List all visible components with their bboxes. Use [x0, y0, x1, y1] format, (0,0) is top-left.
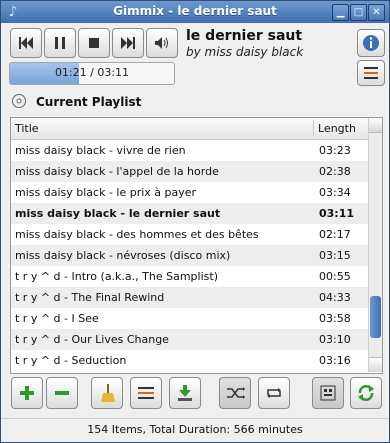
playlist-icon [364, 67, 378, 79]
track-title: miss daisy black - le prix à payer [15, 186, 197, 199]
scroll-thumb[interactable] [370, 296, 381, 338]
track-length: 04:33 [319, 291, 351, 304]
playlist-header: Current Playlist [1, 93, 389, 113]
repeat-button[interactable] [258, 377, 290, 409]
close-button[interactable]: ✕ [368, 4, 385, 21]
save-playlist-button[interactable] [169, 377, 201, 409]
playlist-toolbar [1, 377, 389, 415]
playlist-heading: Current Playlist [36, 95, 142, 109]
playlist-toggle-button[interactable] [357, 60, 385, 86]
track-length: 03:11 [319, 207, 355, 220]
volume-button[interactable] [146, 28, 178, 58]
track-title: t r y ^ d - The Final Rewind [15, 291, 165, 304]
title-bar[interactable]: ♪ Gimmix - le dernier saut ▁ □ ✕ [1, 1, 389, 23]
add-button[interactable] [11, 377, 43, 409]
player-controls: 01:21 / 03:11 le dernier saut by miss da… [1, 23, 389, 93]
track-length: 03:58 [319, 312, 351, 325]
table-row[interactable]: miss daisy black - le dernier saut 03:11 [11, 203, 368, 224]
download-icon [178, 385, 192, 401]
refresh-icon [358, 385, 374, 401]
stop-button[interactable] [78, 28, 110, 58]
table-row[interactable]: miss daisy black - vivre de rien 03:23 [11, 140, 368, 161]
table-row[interactable]: t r y ^ d - The Final Rewind 04:33 [11, 287, 368, 308]
track-length: 02:38 [319, 165, 351, 178]
table-row[interactable]: t r y ^ d - Our Lives Change 03:10 [11, 329, 368, 350]
status-text: 154 Items, Total Duration: 566 minutes [87, 423, 303, 436]
broom-icon [101, 384, 115, 402]
table-row[interactable]: t r y ^ d - Seduction 03:16 [11, 350, 368, 371]
column-divider [313, 120, 314, 136]
minimize-button[interactable]: ▁ [332, 4, 349, 21]
maximize-button[interactable]: □ [350, 4, 367, 21]
column-title[interactable]: Title [15, 122, 39, 135]
song-title: le dernier saut [186, 28, 303, 44]
progress-bar[interactable]: 01:21 / 03:11 [9, 62, 175, 85]
track-title: miss daisy black - l'appel de la horde [15, 165, 219, 178]
list-icon [138, 387, 154, 399]
table-row[interactable]: miss daisy black - des hommes et des bêt… [11, 224, 368, 245]
track-title: t r y ^ d - I See [15, 312, 99, 325]
status-bar: 154 Items, Total Duration: 566 minutes [1, 418, 389, 441]
track-length: 03:10 [319, 333, 351, 346]
track-title: miss daisy black - vivre de rien [15, 144, 186, 157]
minus-icon [55, 391, 69, 395]
plus-icon [20, 386, 34, 400]
disc-icon [12, 94, 26, 108]
track-length: 03:23 [319, 144, 351, 157]
track-title: t r y ^ d - Seduction [15, 354, 127, 367]
jump-to-song-button[interactable] [312, 377, 344, 409]
track-title: miss daisy black - le dernier saut [15, 207, 221, 220]
time-display: 01:21 / 03:11 [54, 66, 130, 79]
remove-button[interactable] [46, 377, 78, 409]
track-length: 03:15 [319, 249, 351, 262]
info-icon [363, 35, 379, 51]
playlist-table: Title Length miss daisy black - vivre de… [10, 117, 383, 374]
track-length: 00:55 [319, 270, 351, 283]
pause-button[interactable] [44, 28, 76, 58]
table-row[interactable]: t r y ^ d - Intro (a.k.a., The Samplist)… [11, 266, 368, 287]
table-header: Title Length [11, 118, 368, 140]
speaker-icon [155, 37, 168, 49]
scroll-down-button[interactable] [369, 357, 382, 372]
table-rows: miss daisy black - vivre de rien 03:23 mis… [11, 140, 368, 373]
track-length: 03:16 [319, 354, 351, 367]
main-window: ♪ Gimmix - le dernier saut ▁ □ ✕ 01:21 /… [0, 0, 390, 443]
stop-icon [89, 38, 99, 48]
table-row[interactable]: miss daisy black - le prix à payer 03:34 [11, 182, 368, 203]
song-artist: by miss daisy black [186, 45, 304, 59]
shuffle-button[interactable] [219, 377, 251, 409]
column-length[interactable]: Length [318, 122, 356, 135]
refresh-button[interactable] [350, 377, 382, 409]
previous-icon [19, 37, 33, 49]
track-title: t r y ^ d - Our Lives Change [15, 333, 169, 346]
track-title: miss daisy black - des hommes et des bêt… [15, 228, 259, 241]
table-row[interactable]: miss daisy black - l'appel de la horde 02… [11, 161, 368, 182]
table-row[interactable]: miss daisy black - névroses (disco mix) 0… [11, 245, 368, 266]
shuffle-icon [227, 387, 245, 399]
pause-icon [55, 37, 65, 49]
scroll-up-button[interactable] [369, 118, 382, 133]
window-title: Gimmix - le dernier saut [113, 4, 277, 18]
track-title: t r y ^ d - Intro (a.k.a., The Samplist) [15, 270, 218, 283]
previous-button[interactable] [10, 28, 42, 58]
playlist-manager-button[interactable] [130, 377, 162, 409]
clear-playlist-button[interactable] [91, 377, 123, 409]
repeat-icon [267, 388, 281, 398]
vertical-scrollbar[interactable] [368, 118, 382, 372]
track-length: 03:34 [319, 186, 351, 199]
info-button[interactable] [357, 29, 385, 57]
next-icon [121, 37, 135, 49]
track-title: miss daisy black - névroses (disco mix) [15, 249, 231, 262]
jump-icon [320, 385, 336, 401]
next-button[interactable] [112, 28, 144, 58]
track-length: 02:17 [319, 228, 351, 241]
table-row[interactable]: t r y ^ d - I See 03:58 [11, 308, 368, 329]
